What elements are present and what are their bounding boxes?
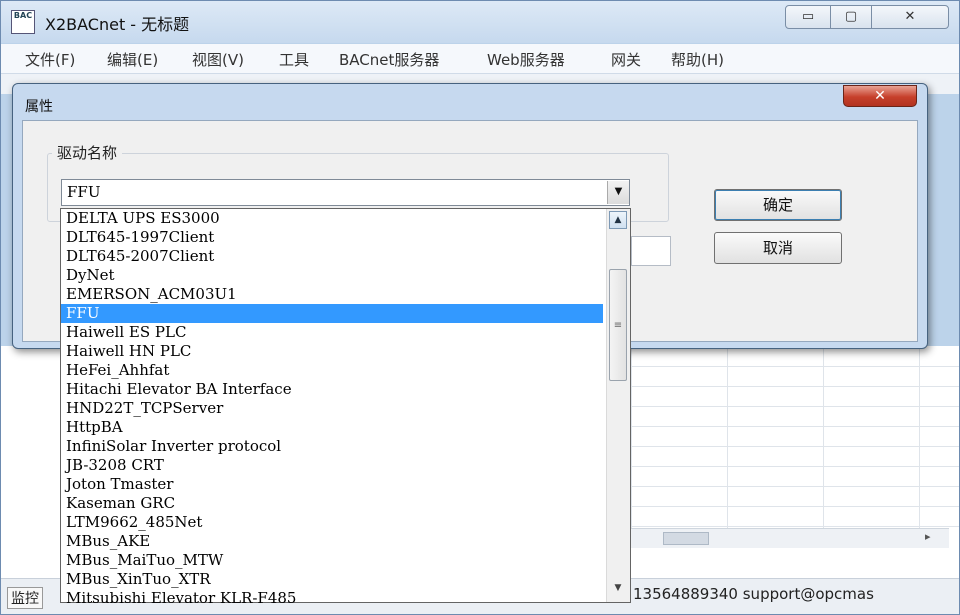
list-item[interactable]: DLT645-1997Client [61, 228, 603, 247]
list-item[interactable]: EMERSON_ACM03U1 [61, 285, 603, 304]
menu-bacnet-server[interactable]: BACnet服务器 [339, 49, 439, 70]
status-contact-text: 13564889340 support@opcmas [633, 585, 874, 603]
list-item[interactable]: HttpBA [61, 418, 603, 437]
list-item[interactable]: Kaseman GRC [61, 494, 603, 513]
list-item[interactable]: DyNet [61, 266, 603, 285]
grid-line [823, 346, 824, 541]
menu-tools[interactable]: 工具 [279, 49, 309, 70]
dialog-title: 属性 [25, 99, 53, 115]
grid-line [727, 346, 728, 541]
dialog-titlebar[interactable]: 属性 ✕ [13, 84, 927, 118]
list-item[interactable]: Haiwell HN PLC [61, 342, 603, 361]
list-item[interactable]: Haiwell ES PLC [61, 323, 603, 342]
grid-line [631, 446, 959, 447]
grid-line [631, 406, 959, 407]
grid-line [631, 526, 959, 527]
driver-combobox-value: FFU [67, 183, 101, 201]
list-item[interactable]: HeFei_Ahhfat [61, 361, 603, 380]
main-titlebar[interactable]: BAC X2BACnet - 无标题 ▭ ▢ ✕ [1, 1, 959, 43]
list-item[interactable]: MBus_MaiTuo_MTW [61, 551, 603, 570]
chevron-down-icon[interactable]: ▼ [607, 181, 629, 204]
menu-help[interactable]: 帮助(H) [671, 49, 724, 70]
dialog-close-button[interactable]: ✕ [843, 85, 917, 107]
list-item[interactable]: Hitachi Elevator BA Interface [61, 380, 603, 399]
grid-line [631, 346, 632, 541]
status-monitor-tab[interactable]: 监控 [7, 587, 43, 609]
driver-name-combobox[interactable]: FFU ▼ [61, 179, 630, 206]
scroll-up-arrow-icon[interactable]: ▲ [609, 211, 627, 229]
menu-view[interactable]: 视图(V) [192, 49, 244, 70]
list-item[interactable]: HND22T_TCPServer [61, 399, 603, 418]
menu-file[interactable]: 文件(F) [25, 49, 75, 70]
menubar: 文件(F) 编辑(E) 视图(V) 工具 BACnet服务器 Web服务器 网关… [1, 44, 959, 74]
list-item[interactable]: MBus_AKE [61, 532, 603, 551]
menu-web-server[interactable]: Web服务器 [487, 49, 565, 70]
grid-line [631, 386, 959, 387]
list-scroll-thumb[interactable]: ≡ [609, 269, 627, 381]
grid-line [631, 506, 959, 507]
driver-dropdown-list[interactable]: DELTA UPS ES3000 DLT645-1997Client DLT64… [60, 208, 631, 607]
horizontal-scrollbar[interactable]: ▸ [631, 528, 949, 548]
grid-line [631, 426, 959, 427]
maximize-button[interactable]: ▢ [830, 5, 872, 29]
minimize-button[interactable]: ▭ [785, 5, 831, 29]
x2bacnet-app-icon[interactable]: BAC [11, 10, 35, 34]
list-item[interactable]: LTM9662_485Net [61, 513, 603, 532]
partially-hidden-input[interactable] [631, 236, 671, 266]
scroll-right-arrow-icon[interactable]: ▸ [925, 530, 931, 543]
list-item[interactable]: JB-3208 CRT [61, 456, 603, 475]
close-window-button[interactable]: ✕ [871, 5, 949, 29]
grid-line [631, 486, 959, 487]
ok-button[interactable]: 确定 [714, 189, 842, 221]
grid-line [631, 366, 959, 367]
list-item[interactable]: InfiniSolar Inverter protocol [61, 437, 603, 456]
window-title: X2BACnet - 无标题 [45, 15, 190, 34]
list-item[interactable]: DELTA UPS ES3000 [61, 209, 603, 228]
grid-line [631, 466, 959, 467]
list-item[interactable]: DLT645-2007Client [61, 247, 603, 266]
list-item[interactable]: MBus_XinTuo_XTR [61, 570, 603, 589]
grid-line [919, 346, 920, 541]
list-item-selected[interactable]: FFU [61, 304, 603, 323]
scroll-down-arrow-icon[interactable]: ▼ [609, 580, 627, 598]
list-item[interactable]: Joton Tmaster [61, 475, 603, 494]
menu-edit[interactable]: 编辑(E) [107, 49, 158, 70]
list-vertical-scrollbar[interactable]: ▲ ≡ ▼ [606, 209, 630, 602]
menu-gateway[interactable]: 网关 [611, 49, 641, 70]
driver-name-group-label: 驱动名称 [52, 142, 123, 163]
cancel-button[interactable]: 取消 [714, 232, 842, 264]
list-item[interactable]: Mitsubishi Elevator KLR-F485 [61, 589, 603, 608]
horizontal-scroll-thumb[interactable] [663, 532, 709, 545]
